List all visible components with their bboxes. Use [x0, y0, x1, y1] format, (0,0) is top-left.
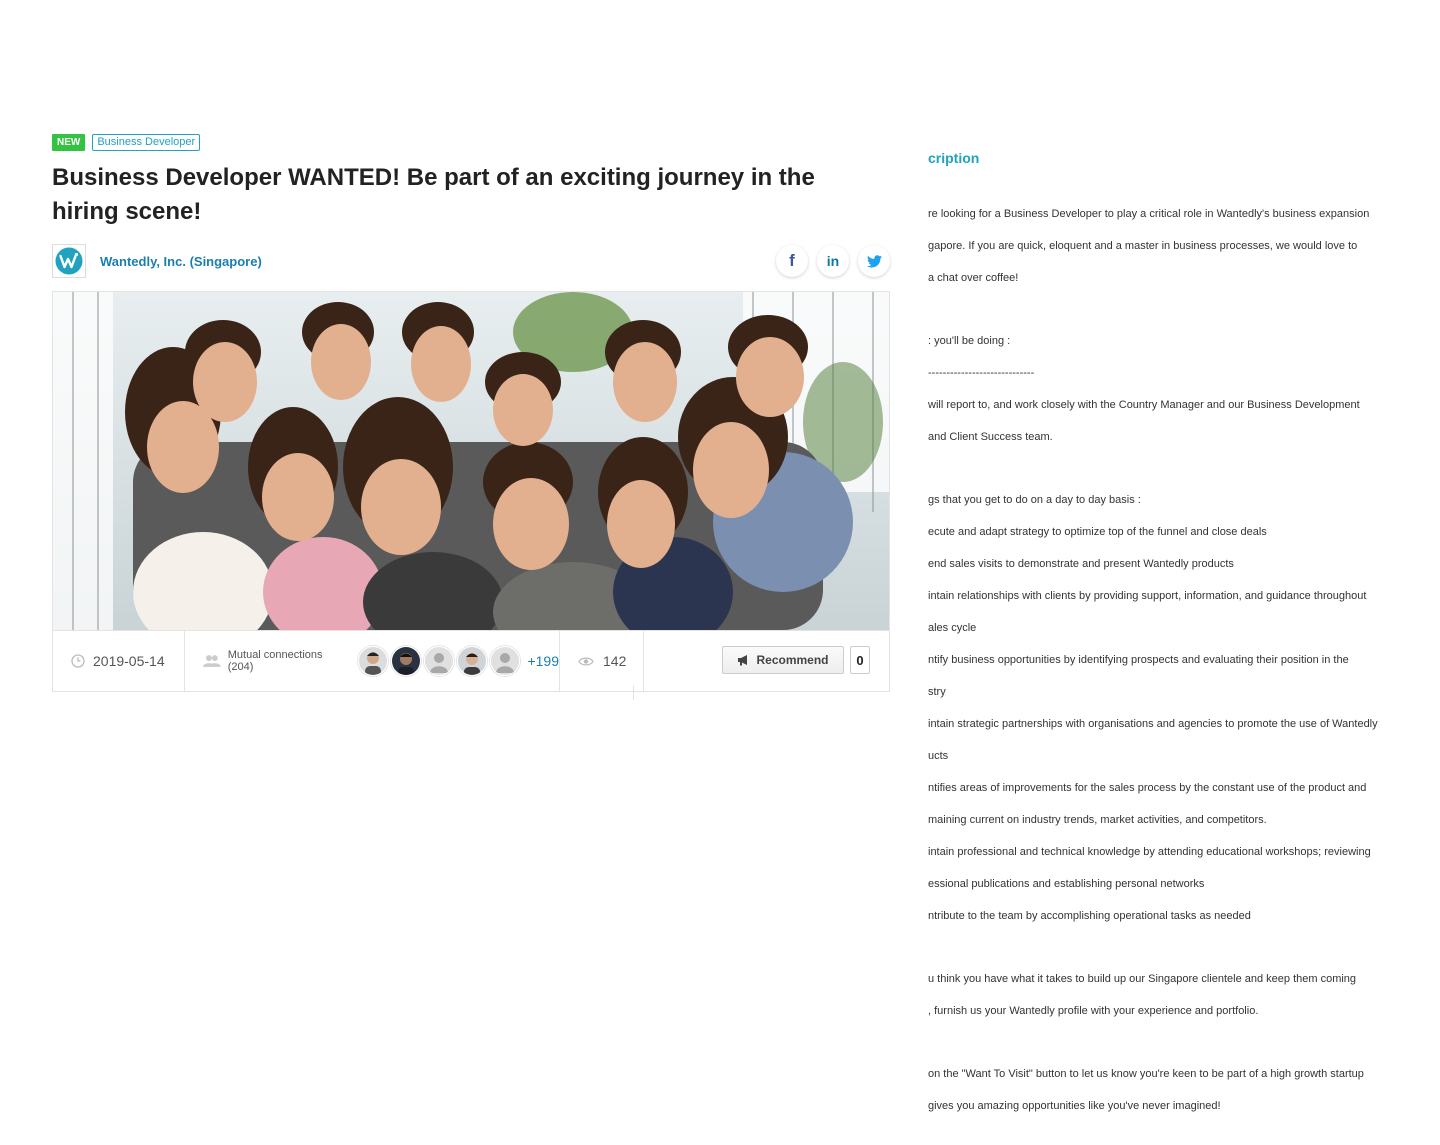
person-photo-icon	[359, 647, 388, 675]
new-badge: NEW	[52, 133, 86, 151]
description-line: u think you have what it takes to build …	[928, 973, 1357, 985]
eye-icon	[578, 657, 594, 665]
facebook-icon: f	[789, 251, 795, 270]
recommend-label: Recommend	[756, 653, 829, 667]
people-icon	[203, 655, 221, 667]
role-tag[interactable]: Business Developer	[92, 133, 201, 151]
description-line: intain professional and technical knowle…	[928, 846, 1371, 858]
divider-tick	[633, 686, 634, 700]
description-line: stry	[928, 686, 946, 698]
person-photo-icon	[458, 647, 487, 675]
company-logo[interactable]	[52, 244, 86, 278]
views-text: 142	[603, 653, 627, 669]
description-line: ntribute to the team by accomplishing op…	[928, 910, 1251, 922]
description-paragraph: re looking for a Business Developer to p…	[928, 190, 1408, 302]
description-line: essional publications and establishing p…	[928, 878, 1205, 890]
description-paragraph: : you'll be doing : --------------------…	[928, 317, 1408, 461]
linkedin-icon: in	[826, 253, 840, 269]
avatar[interactable]	[457, 646, 488, 676]
mutual-connections[interactable]: Mutual connections (204) +199	[185, 631, 560, 691]
description-paragraph: u think you have what it takes to build …	[928, 955, 1408, 1035]
description-line: and Client Success team.	[928, 431, 1053, 443]
twitter-share-button[interactable]	[858, 245, 890, 277]
twitter-icon	[866, 254, 882, 267]
avatar[interactable]	[490, 646, 521, 676]
description-heading: cription	[928, 150, 980, 166]
recommend-area: Recommend 0	[722, 646, 870, 674]
date-text: 2019-05-14	[93, 653, 165, 669]
clock-icon	[71, 654, 85, 668]
description-line: : you'll be doing :	[928, 335, 1011, 347]
description-line: ecute and adapt strategy to optimize top…	[928, 526, 1267, 538]
cover-photo	[52, 291, 890, 631]
post-date: 2019-05-14	[53, 631, 185, 691]
megaphone-icon	[738, 655, 748, 666]
description-line: intain relationships with clients by pro…	[928, 590, 1367, 602]
facebook-share-button[interactable]: f	[776, 245, 808, 277]
description-line: maining current on industry trends, mark…	[928, 814, 1267, 826]
description-line: re looking for a Business Developer to p…	[928, 208, 1370, 220]
avatar[interactable]	[424, 646, 455, 676]
job-post: NEW Business Developer Business Develope…	[52, 133, 890, 692]
description-line: gapore. If you are quick, eloquent and a…	[928, 240, 1358, 252]
avatar[interactable]	[391, 646, 422, 676]
recommend-count: 0	[850, 646, 870, 674]
description-paragraph: gs that you get to do on a day to day ba…	[928, 476, 1408, 940]
default-avatar-icon	[491, 647, 520, 675]
avatar[interactable]	[358, 646, 389, 676]
description-panel: cription re looking for a Business Devel…	[928, 148, 1408, 1145]
description-line: -----------------------------	[928, 367, 1035, 379]
avatar-list: +199	[358, 646, 559, 676]
description-line: gives you amazing opportunities like you…	[928, 1100, 1221, 1112]
view-count: 142	[560, 631, 644, 691]
description-line: ucts	[928, 750, 949, 762]
description-line: ales cycle	[928, 622, 977, 634]
mutual-label: Mutual connections (204)	[227, 649, 323, 673]
company-name-link[interactable]: Wantedly, Inc. (Singapore)	[100, 254, 262, 269]
team-photo	[53, 292, 889, 630]
default-avatar-icon	[425, 647, 454, 675]
company-row: Wantedly, Inc. (Singapore) f in	[52, 243, 890, 279]
linkedin-share-button[interactable]: in	[817, 245, 849, 277]
person-photo-icon	[392, 647, 421, 675]
description-line: gs that you get to do on a day to day ba…	[928, 494, 1141, 506]
description-line: end sales visits to demonstrate and pres…	[928, 558, 1234, 570]
description-line: , furnish us your Wantedly profile with …	[928, 1005, 1259, 1017]
description-line: ntifies areas of improvements for the sa…	[928, 782, 1367, 794]
description-line: intain strategic partnerships with organ…	[928, 718, 1378, 730]
description-line: ntify business opportunities by identify…	[928, 654, 1349, 666]
description-line: on the "Want To Visit" button to let us …	[928, 1068, 1364, 1080]
wantedly-logo-icon	[55, 247, 83, 275]
description-paragraph: on the "Want To Visit" button to let us …	[928, 1050, 1408, 1130]
more-connections-link[interactable]: +199	[527, 653, 559, 669]
post-footer: 2019-05-14 Mutual connections (204) +199…	[52, 631, 890, 692]
description-line: will report to, and work closely with th…	[928, 399, 1360, 411]
description-line: a chat over coffee!	[928, 272, 1019, 284]
recommend-button[interactable]: Recommend	[722, 646, 844, 674]
share-buttons: f in	[776, 245, 890, 277]
tag-row: NEW Business Developer	[52, 133, 890, 151]
job-title: Business Developer WANTED! Be part of an…	[52, 164, 815, 225]
